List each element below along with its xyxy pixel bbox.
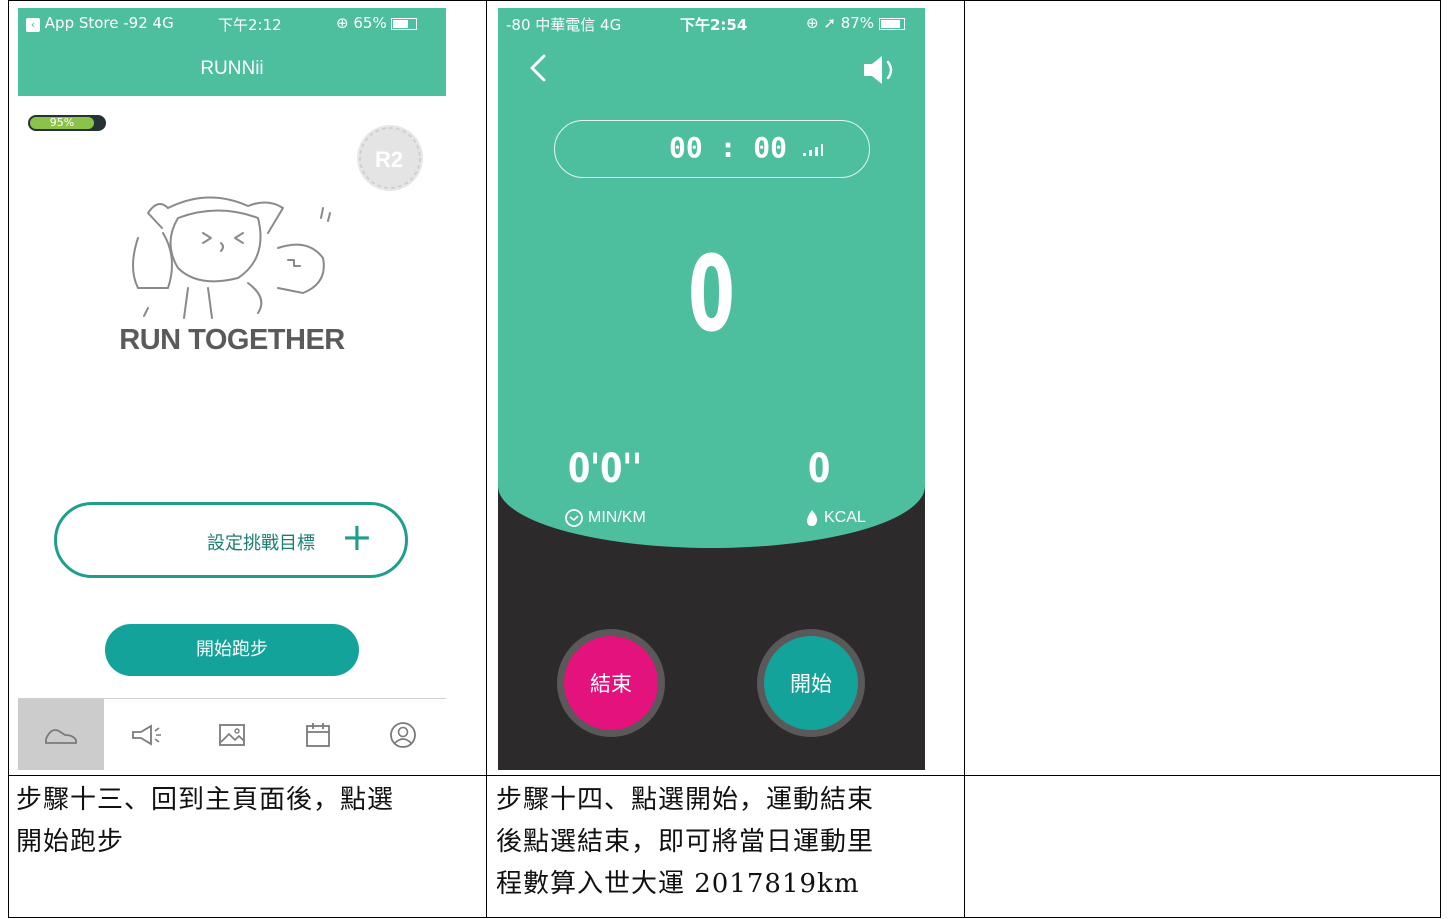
lock-rotation-icon: ⊕ ➚ [806,14,836,32]
tab-profile[interactable] [360,699,446,770]
home-screen: ‹ App Store -92 4G 下午2:12 ⊕ 65% RUNNii 9… [18,8,446,770]
status-battery: ⊕ 65% [336,14,418,32]
gps-signal-icon [803,144,823,156]
set-goal-button[interactable]: 設定挑戰目標 + [54,502,408,578]
table-border-bottom [8,917,1440,918]
timer-display: 00 : 00 [554,120,870,178]
table-border-top [8,0,1440,1]
status-time: 下午2:54 [680,16,748,34]
timer-text: 00 : 00 [669,131,788,164]
table-border-right [1440,0,1441,918]
runnii-logo-icon: R2 [357,125,423,191]
chevron-left-icon [530,54,546,82]
tab-run[interactable] [18,699,104,770]
end-button[interactable]: 結束 [557,629,665,737]
flame-icon [807,510,818,526]
image-icon [219,724,245,746]
device-battery-badge: 95% [28,115,106,131]
run-screen: -80 中華電信 4G 下午2:54 ⊕ ➚ 87% 00 : 00 0 0'0… [498,8,925,770]
slogan-text: RUN TOGETHER [119,324,345,356]
step13-caption-line2: 開始跑步 [16,827,125,857]
clock-icon [565,509,583,527]
start-running-button[interactable]: 開始跑步 [105,624,359,676]
back-to-app-icon[interactable]: ‹ [26,18,40,32]
step14-caption-line2: 後點選結束，即可將當日運動里 [496,827,875,857]
step13-caption-line1: 步驟十三、回到主頁面後，點選 [16,785,395,815]
battery-icon [878,17,905,30]
set-goal-label: 設定挑戰目標 [207,533,315,554]
tab-announcements[interactable] [104,699,190,770]
status-bar-left: ‹ App Store -92 4G [26,14,174,32]
calendar-icon [305,723,330,747]
table-border-col2 [964,0,965,918]
cartoon-illustration [132,196,331,319]
bottom-tab-bar [18,698,446,770]
app-title: RUNNii [200,58,264,79]
megaphone-icon [132,724,162,746]
step14-caption-line3: 程數算入世大運 2017819km [496,869,860,899]
tab-calendar[interactable] [275,699,361,770]
plus-icon: + [341,515,373,559]
profile-icon [390,722,417,748]
status-time: 下午2:12 [218,16,282,34]
pace-value: 0'0'' [568,446,642,492]
tab-gallery[interactable] [189,699,275,770]
status-battery: ⊕ ➚ 87% [806,14,905,32]
kcal-value: 0 [808,446,831,492]
distance-value: 0 [688,233,735,355]
pace-label: MIN/KM [564,508,646,528]
status-bar-left: -80 中華電信 4G [506,16,622,34]
table-border-col1 [486,0,487,918]
speaker-icon [864,56,893,84]
start-button[interactable]: 開始 [757,629,865,737]
step14-caption-line1: 步驟十四、點選開始，運動結束 [496,785,875,815]
sound-button[interactable] [860,52,904,88]
lock-rotation-icon: ⊕ [336,14,349,32]
running-shoe-icon [44,729,77,744]
table-border-left [8,0,9,918]
kcal-label: KCAL [804,508,866,528]
table-border-middle [8,775,1440,776]
back-button[interactable] [524,48,554,88]
svg-text:R2: R2 [375,147,403,172]
battery-icon [391,17,418,30]
